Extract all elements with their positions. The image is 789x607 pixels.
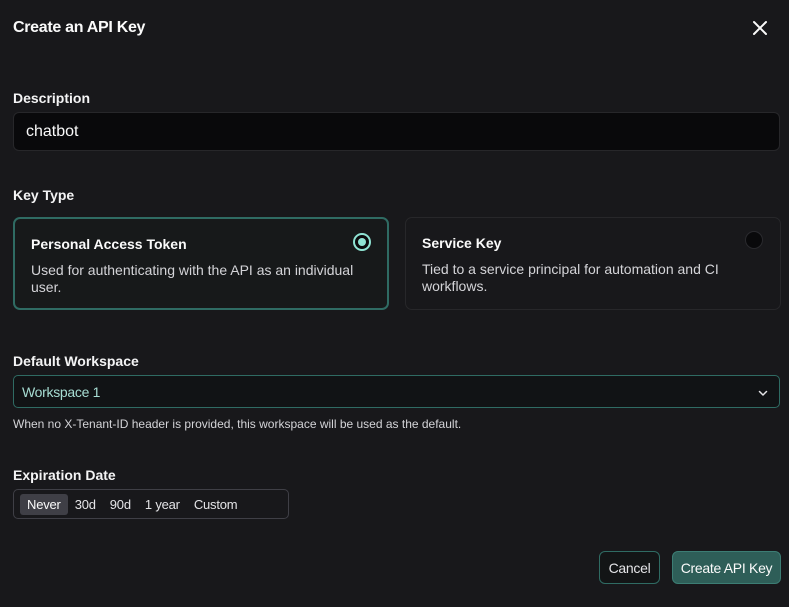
cancel-button[interactable]: Cancel xyxy=(599,551,660,584)
expiration-option-custom[interactable]: Custom xyxy=(187,494,245,515)
key-type-option-description: Tied to a service principal for automati… xyxy=(422,261,719,294)
workspace-select[interactable]: Workspace 1 xyxy=(13,375,780,408)
workspace-helper-text: When no X-Tenant-ID header is provided, … xyxy=(13,417,462,431)
chevron-down-icon xyxy=(757,386,769,398)
key-type-option-personal-access-token[interactable]: Personal Access Token Used for authentic… xyxy=(13,217,389,310)
dialog-title: Create an API Key xyxy=(13,19,146,36)
workspace-select-value: Workspace 1 xyxy=(22,384,101,400)
description-label: Description xyxy=(13,90,91,106)
dialog-header: Create an API Key xyxy=(13,17,779,39)
create-api-key-button[interactable]: Create API Key xyxy=(672,551,781,584)
create-api-key-dialog: Create an API Key Description Key Type P… xyxy=(0,0,789,607)
close-icon[interactable] xyxy=(751,19,769,37)
expiration-segmented-control: Never 30d 90d 1 year Custom xyxy=(13,489,289,519)
key-type-label: Key Type xyxy=(13,187,75,203)
key-type-option-title: Service Key xyxy=(422,235,502,251)
description-input[interactable] xyxy=(13,112,780,151)
default-workspace-label: Default Workspace xyxy=(13,353,139,369)
radio-selected-icon[interactable] xyxy=(353,233,371,251)
expiration-option-never[interactable]: Never xyxy=(20,493,68,515)
expiration-option-1-year[interactable]: 1 year xyxy=(138,494,187,515)
key-type-option-title: Personal Access Token xyxy=(31,236,187,252)
key-type-option-service-key[interactable]: Service Key Tied to a service principal … xyxy=(405,217,781,310)
key-type-option-description: Used for authenticating with the API as … xyxy=(31,262,354,295)
expiration-date-label: Expiration Date xyxy=(13,467,116,483)
expiration-option-30d[interactable]: 30d xyxy=(68,494,103,515)
radio-unselected-icon[interactable] xyxy=(745,231,763,249)
expiration-option-90d[interactable]: 90d xyxy=(103,494,138,515)
